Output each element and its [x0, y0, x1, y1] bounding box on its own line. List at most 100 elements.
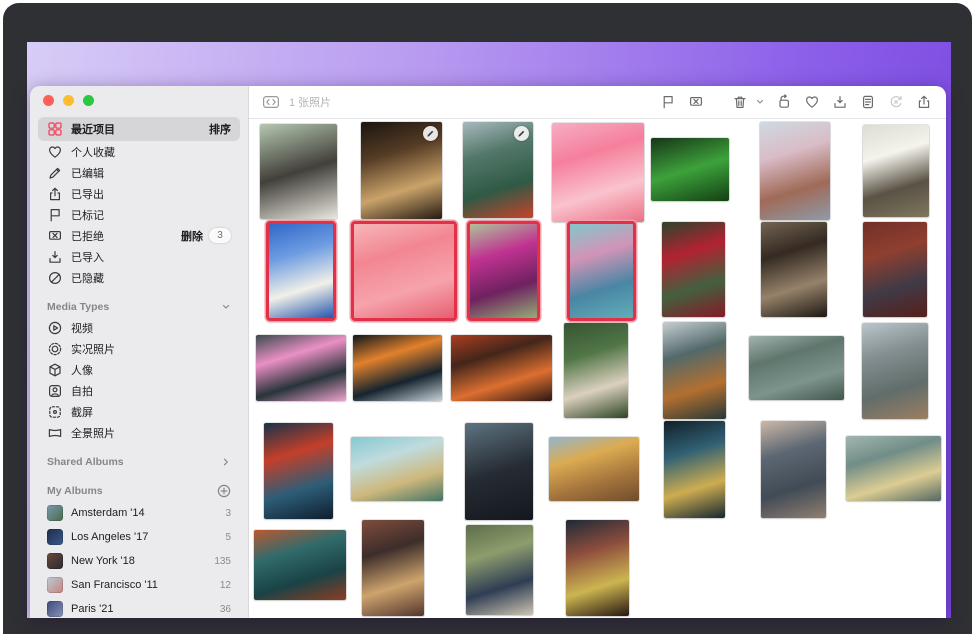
photo-pink-lilies[interactable] — [256, 335, 346, 401]
sidebar-item-hidden[interactable]: 已隐藏 — [38, 267, 240, 288]
rotate-icon[interactable] — [775, 93, 793, 111]
photo-teal-field-woman[interactable] — [351, 437, 443, 501]
photo-hikers[interactable] — [466, 525, 533, 615]
sidebar-item-label: 截屏 — [71, 404, 93, 420]
sidebar-item-pencil[interactable]: 已编辑 — [38, 162, 240, 183]
photo-golden-field[interactable] — [549, 437, 639, 501]
photo-white-blossom[interactable] — [863, 125, 929, 217]
photo-magenta-peony[interactable] — [467, 221, 540, 321]
heart-icon[interactable] — [803, 93, 821, 111]
photo-camera-man[interactable] — [761, 421, 826, 518]
album-row[interactable]: Los Angeles '175 — [38, 525, 240, 549]
sidebar-item-heart[interactable]: 个人收藏 — [38, 141, 240, 162]
flag-icon — [47, 207, 63, 223]
recents-icon — [47, 121, 63, 137]
photo-great-wall[interactable] — [862, 323, 928, 419]
sidebar-item-label: 已导入 — [71, 249, 104, 265]
photo-stair-woman[interactable] — [254, 530, 346, 600]
sidebar-item-label: 已导出 — [71, 186, 104, 202]
import-icon[interactable] — [831, 93, 849, 111]
sidebar-item-export[interactable]: 已导出 — [38, 183, 240, 204]
chevron-right-icon[interactable] — [221, 457, 231, 467]
sidebar-nav: 最近项目排序个人收藏已编辑已导出已标记已拒绝删除3 已导入已隐藏 Media Ty… — [38, 117, 240, 618]
album-thumbnail — [47, 577, 63, 593]
sidebar-item-flag[interactable]: 已标记 — [38, 204, 240, 225]
photo-koi-pond[interactable] — [353, 335, 442, 401]
photo-night-market[interactable] — [566, 520, 629, 616]
chevron-down-icon[interactable] — [221, 302, 231, 312]
sidebar-item-live[interactable]: 实况照片 — [38, 338, 240, 359]
media-types-header[interactable]: Media Types — [38, 297, 240, 317]
photo-pagoda-blossom[interactable] — [760, 122, 830, 220]
photo-tree-frog[interactable] — [651, 138, 729, 201]
album-row[interactable]: Amsterdam '143 — [38, 501, 240, 525]
photo-tea-pouring[interactable] — [361, 122, 442, 219]
sidebar-item-reject[interactable]: 已拒绝删除3 — [38, 225, 240, 246]
live-icon — [47, 341, 63, 357]
album-row[interactable]: San Francisco '1112 — [38, 573, 240, 597]
hidden-icon — [47, 270, 63, 286]
content-area: 1 张照片 — [249, 86, 946, 618]
sidebar-item-portrait[interactable]: 人像 — [38, 359, 240, 380]
photo-pink-peony[interactable] — [351, 221, 457, 321]
traffic-lights — [43, 95, 94, 106]
photo-grid — [249, 119, 946, 618]
photo-dark-hair-profile[interactable] — [465, 423, 533, 520]
photo-rose-frog[interactable] — [552, 123, 644, 222]
heart-icon — [47, 144, 63, 160]
panorama-icon — [47, 425, 63, 441]
photos-app-window: 最近项目排序个人收藏已编辑已导出已标记已拒绝删除3 已导入已隐藏 Media Ty… — [30, 86, 946, 618]
import-icon — [47, 249, 63, 265]
photo-blossom-sky[interactable] — [266, 221, 336, 321]
sidebar-item-recents[interactable]: 最近项目排序 — [38, 117, 240, 141]
delete-button[interactable]: 删除 — [181, 228, 203, 244]
shared-albums-header[interactable]: Shared Albums — [38, 452, 240, 472]
minimize-button[interactable] — [63, 95, 74, 106]
flag-icon[interactable] — [659, 93, 677, 111]
photo-rose-bush-woman[interactable] — [662, 222, 725, 317]
photo-geisha-fan[interactable] — [863, 222, 927, 317]
revert-icon[interactable] — [887, 93, 905, 111]
sidebar-item-selfie[interactable]: 自拍 — [38, 380, 240, 401]
album-row[interactable]: Paris '2136 — [38, 597, 240, 618]
reject-icon[interactable] — [687, 93, 705, 111]
toolbar-actions — [659, 93, 933, 111]
photo-neon-alley[interactable] — [264, 423, 333, 519]
reject-icon — [47, 228, 63, 244]
thumbnail-size-icon[interactable] — [262, 94, 280, 110]
chevron-down-icon[interactable] — [755, 97, 765, 107]
clipboard-icon[interactable] — [859, 93, 877, 111]
screenshot-icon — [47, 404, 63, 420]
photo-temple-red[interactable] — [451, 335, 552, 401]
sidebar-item-video[interactable]: 视频 — [38, 317, 240, 338]
photo-night-highway[interactable] — [664, 421, 725, 518]
trash-icon[interactable] — [731, 93, 749, 111]
album-count: 12 — [220, 580, 231, 591]
photo-sparkle-woman[interactable] — [761, 222, 827, 317]
share-icon[interactable] — [915, 93, 933, 111]
sidebar-item-import[interactable]: 已导入 — [38, 246, 240, 267]
photo-waterlily-art[interactable] — [567, 221, 636, 321]
sidebar-item-screenshot[interactable]: 截屏 — [38, 401, 240, 422]
photo-count-status: 1 张照片 — [289, 94, 331, 110]
photo-sea-couple[interactable] — [846, 436, 941, 501]
photo-hk-bridge[interactable] — [463, 122, 533, 218]
portrait-icon — [47, 362, 63, 378]
sidebar-item-label: 自拍 — [71, 383, 93, 399]
screenshot-stage: 最近项目排序个人收藏已编辑已导出已标记已拒绝删除3 已导入已隐藏 Media Ty… — [0, 0, 975, 634]
edited-pencil-badge — [423, 126, 438, 141]
sort-button[interactable]: 排序 — [209, 121, 231, 137]
close-button[interactable] — [43, 95, 54, 106]
zoom-button[interactable] — [83, 95, 94, 106]
photo-karst-pillars[interactable] — [749, 336, 844, 400]
sidebar-item-label: 个人收藏 — [71, 144, 115, 160]
add-album-icon[interactable] — [217, 484, 231, 498]
album-row[interactable]: New York '18135 — [38, 549, 240, 573]
photo-autumn-valley[interactable] — [663, 322, 726, 419]
photo-foliage-woman[interactable] — [564, 323, 628, 418]
photo-woman-portrait[interactable] — [260, 124, 337, 219]
my-albums-label: My Albums — [47, 485, 103, 497]
my-albums-header[interactable]: My Albums — [38, 481, 240, 501]
photo-street-bikes[interactable] — [362, 520, 424, 616]
sidebar-item-panorama[interactable]: 全景照片 — [38, 422, 240, 443]
